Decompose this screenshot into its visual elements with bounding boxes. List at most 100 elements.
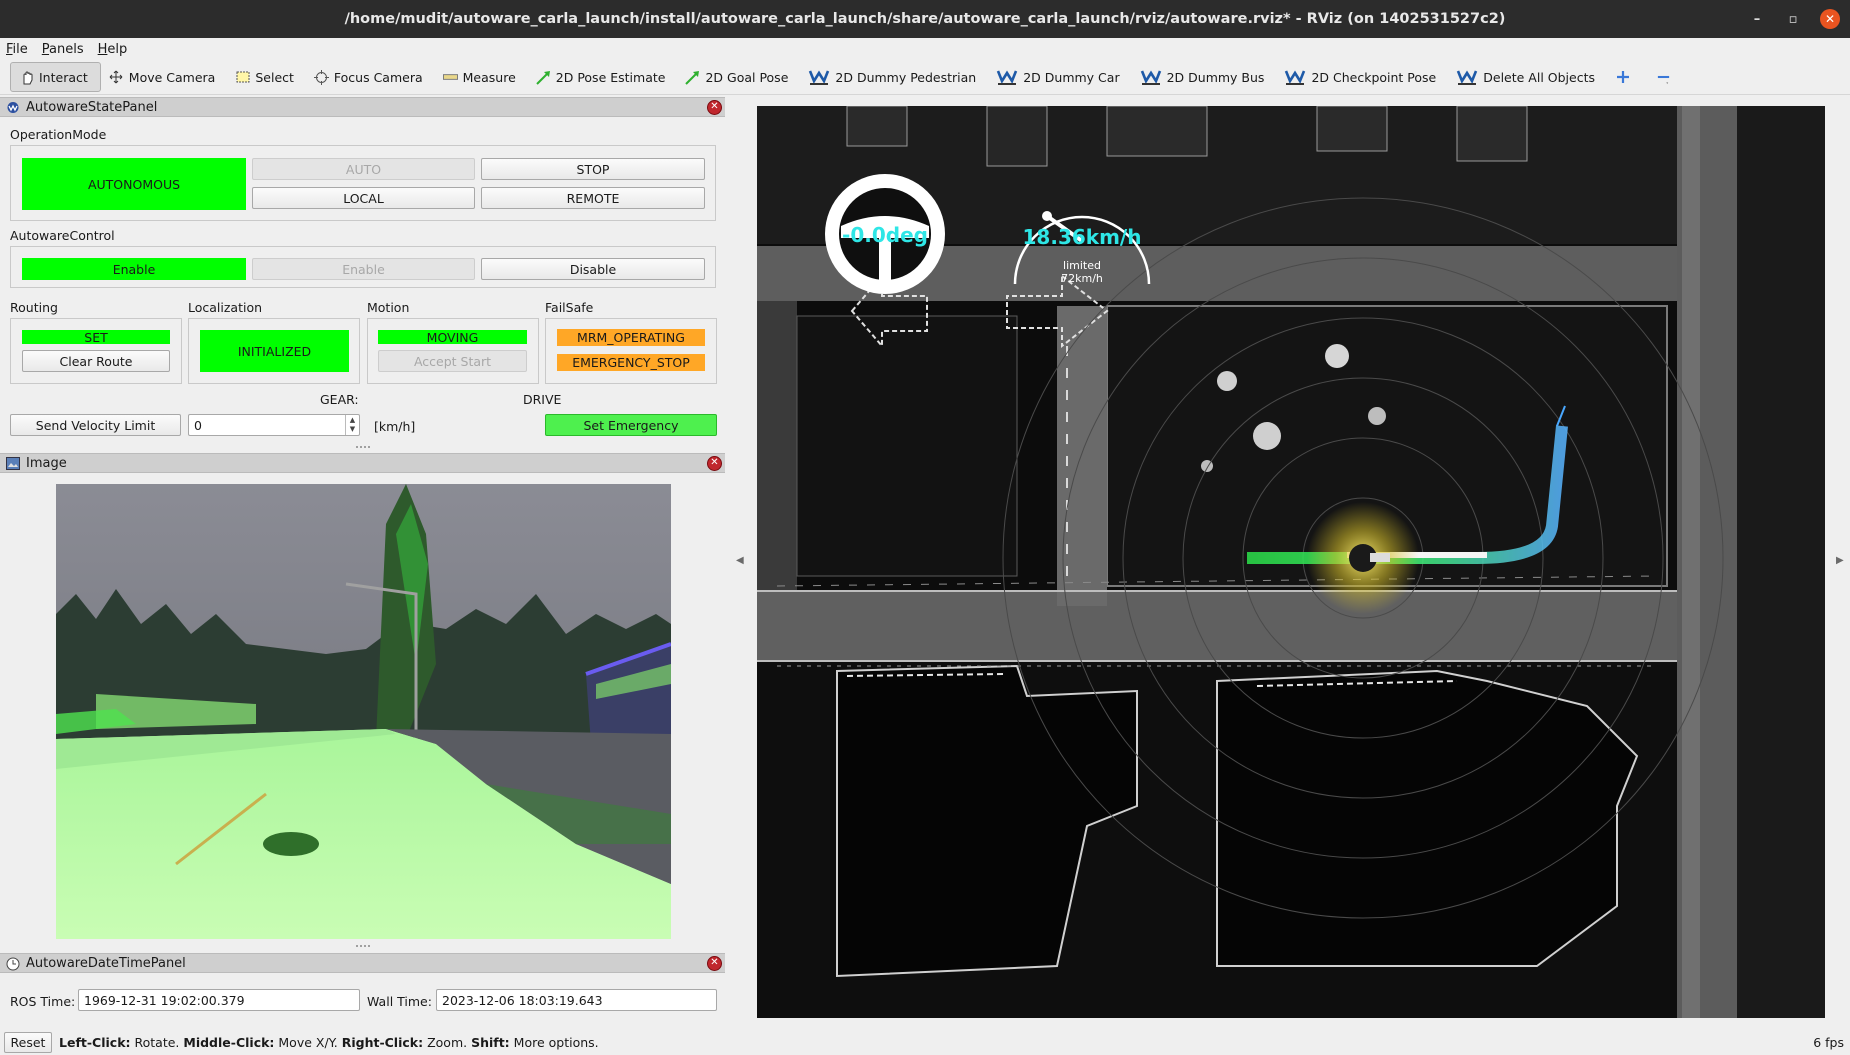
hint-key: Shift:	[471, 1035, 510, 1050]
stop-button[interactable]: STOP	[481, 158, 705, 180]
minimize-icon[interactable]: –	[1748, 10, 1766, 28]
menu-help[interactable]: Help	[98, 42, 128, 57]
mouse-hint-text: Left-Click: Rotate. Middle-Click: Move X…	[59, 1035, 599, 1050]
tool-move-camera[interactable]: Move Camera	[101, 62, 228, 92]
ros-time-field[interactable]: 1969-12-31 19:02:00.379	[78, 989, 360, 1011]
camera-image	[56, 484, 671, 939]
routing-label: Routing	[10, 300, 58, 315]
green-arrow-icon	[536, 70, 551, 85]
remove-tool-button[interactable]	[1642, 62, 1683, 92]
menu-file[interactable]: File	[6, 42, 28, 57]
wall-time-label: Wall Time:	[367, 994, 432, 1009]
tool-focus-camera[interactable]: Focus Camera	[306, 62, 435, 92]
fps-counter: 6 fps	[1813, 1035, 1844, 1050]
tool-interact[interactable]: Interact	[10, 62, 101, 92]
splitter-handle[interactable]	[356, 945, 370, 948]
tool-2d-dummy-car[interactable]: 2D Dummy Car	[988, 62, 1131, 92]
hint-key: Middle-Click:	[183, 1035, 275, 1050]
tool-label: Focus Camera	[333, 69, 423, 85]
render-viewport[interactable]: -0.0deg 18.36km/h limited 72km/h	[757, 106, 1825, 1018]
tool-2d-pose-estimate[interactable]: 2D Pose Estimate	[528, 62, 678, 92]
hint-text: Zoom.	[423, 1035, 472, 1050]
velocity-limit-spinbox[interactable]: 0 ▲ ▼	[188, 414, 360, 436]
close-panel-icon[interactable]: ✕	[707, 100, 722, 115]
hint-text: Rotate.	[130, 1035, 184, 1050]
operation-mode-status: AUTONOMOUS	[22, 158, 246, 210]
wall-time-field[interactable]: 2023-12-06 18:03:19.643	[436, 989, 717, 1011]
velocity-limit-value: 0	[194, 417, 202, 433]
tool-label: Delete All Objects	[1483, 69, 1595, 85]
tool-label: 2D Checkpoint Pose	[1311, 69, 1437, 85]
ruler-icon	[442, 70, 458, 85]
panel-title: Image	[26, 455, 67, 471]
routing-status: SET	[22, 330, 170, 345]
gear-value: DRIVE	[523, 392, 562, 407]
datetime-panel-header: AutowareDateTimePanel ✕	[0, 953, 725, 973]
emergency-stop-status: EMERGENCY_STOP	[557, 354, 705, 371]
spin-arrows-icon[interactable]: ▲ ▼	[345, 415, 359, 435]
tool-label: Measure	[462, 69, 516, 85]
tool-2d-dummy-bus[interactable]: 2D Dummy Bus	[1132, 62, 1277, 92]
remote-button[interactable]: REMOTE	[481, 187, 705, 209]
enable-button[interactable]: Enable	[252, 258, 475, 280]
autoware-logo-icon	[1284, 68, 1306, 86]
tool-label: 2D Pose Estimate	[555, 69, 666, 85]
select-box-icon	[235, 70, 250, 85]
minus-icon	[1656, 70, 1671, 85]
localization-status: INITIALIZED	[200, 330, 349, 372]
collapse-left-arrow-icon[interactable]: ◀	[736, 555, 744, 566]
ros-time-label: ROS Time:	[10, 994, 76, 1009]
tool-delete-all-objects[interactable]: Delete All Objects	[1448, 62, 1607, 92]
tool-select[interactable]: Select	[227, 62, 306, 92]
disable-button[interactable]: Disable	[481, 258, 705, 280]
tool-2d-goal-pose[interactable]: 2D Goal Pose	[677, 62, 800, 92]
tool-label: 2D Dummy Bus	[1166, 69, 1265, 85]
panel-title: AutowareDateTimePanel	[26, 955, 186, 971]
add-tool-button[interactable]	[1607, 62, 1642, 92]
speed-limit-value: 72km/h	[1061, 272, 1103, 285]
autoware-control-status: Enable	[22, 258, 246, 280]
move-camera-icon	[109, 70, 124, 85]
motion-status: MOVING	[378, 330, 527, 345]
splitter-handle[interactable]	[356, 446, 370, 449]
reset-button[interactable]: Reset	[4, 1032, 52, 1053]
tool-label: 2D Dummy Car	[1023, 69, 1120, 85]
menu-panels[interactable]: Panels	[42, 42, 84, 57]
steering-angle-readout: -0.0deg	[842, 223, 928, 247]
plus-icon	[1615, 70, 1630, 85]
autoware-logo-icon	[1456, 68, 1478, 86]
hint-text: More options.	[509, 1035, 599, 1050]
accept-start-button[interactable]: Accept Start	[378, 350, 527, 372]
clock-icon	[6, 957, 20, 971]
hint-key: Left-Click:	[59, 1035, 131, 1050]
close-panel-icon[interactable]: ✕	[707, 956, 722, 971]
tool-measure[interactable]: Measure	[435, 62, 528, 92]
failsafe-group	[545, 318, 717, 384]
collapse-right-arrow-icon[interactable]: ▶	[1836, 555, 1844, 566]
gear-label: GEAR:	[320, 392, 359, 407]
autoware-logo-icon	[1140, 68, 1162, 86]
localization-label: Localization	[188, 300, 263, 315]
clear-route-button[interactable]: Clear Route	[22, 350, 170, 372]
velocity-unit-label: [km/h]	[374, 419, 416, 434]
hint-key: Right-Click:	[341, 1035, 424, 1050]
operation-mode-label: OperationMode	[10, 127, 107, 142]
send-velocity-limit-button[interactable]: Send Velocity Limit	[10, 414, 181, 436]
autoware-control-label: AutowareControl	[10, 228, 115, 243]
failsafe-label: FailSafe	[545, 300, 594, 315]
tool-label: Interact	[39, 69, 88, 85]
set-emergency-button[interactable]: Set Emergency	[545, 414, 717, 436]
speed-readout: 18.36km/h	[1023, 225, 1142, 249]
tool-2d-checkpoint-pose[interactable]: 2D Checkpoint Pose	[1276, 62, 1448, 92]
maximize-icon[interactable]: ▫	[1784, 10, 1802, 28]
tool-2d-dummy-pedestrian[interactable]: 2D Dummy Pedestrian	[800, 62, 988, 92]
close-window-icon[interactable]: ✕	[1820, 9, 1840, 29]
mrm-operating-status: MRM_OPERATING	[557, 329, 705, 346]
focus-target-icon	[313, 69, 329, 85]
autoware-logo-icon	[996, 68, 1018, 86]
local-button[interactable]: LOCAL	[252, 187, 475, 209]
auto-button[interactable]: AUTO	[252, 158, 475, 180]
close-panel-icon[interactable]: ✕	[707, 456, 722, 471]
hint-text: Move X/Y.	[274, 1035, 342, 1050]
window-titlebar: /home/mudit/autoware_carla_launch/instal…	[0, 0, 1850, 38]
